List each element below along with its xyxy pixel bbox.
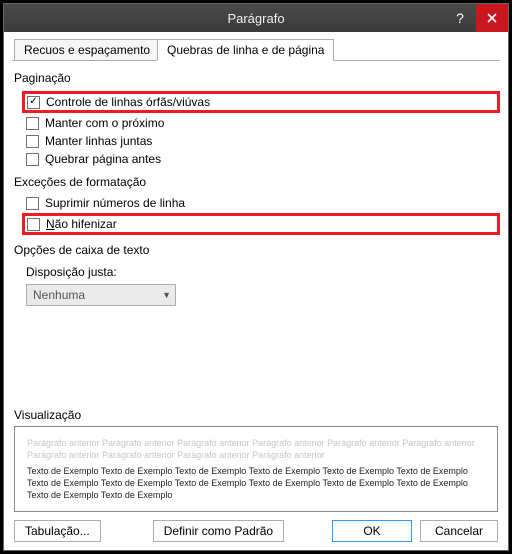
checkbox-label: Manter com o próximo <box>45 116 164 130</box>
tab-indents-spacing[interactable]: Recuos e espaçamento <box>14 39 160 61</box>
checkbox-label: Manter linhas juntas <box>45 134 152 148</box>
checkbox-icon <box>26 117 39 130</box>
window-title: Parágrafo <box>4 11 508 26</box>
checkbox-dont-hyphenate[interactable]: Não hifenizar <box>22 213 500 235</box>
tab-line-page-breaks[interactable]: Quebras de linha e de página <box>157 39 334 61</box>
checkbox-label: Controle de linhas órfãs/viúvas <box>46 95 210 109</box>
paragraph-dialog: Parágrafo ? Recuos e espaçamento Quebras… <box>3 3 509 551</box>
exceptions-group: Suprimir números de linha Não hifenizar <box>24 193 500 237</box>
chevron-down-icon: ▼ <box>162 290 171 300</box>
tab-label: Recuos e espaçamento <box>24 43 150 57</box>
checkbox-icon <box>27 96 40 109</box>
close-button[interactable] <box>476 4 508 32</box>
checkbox-icon <box>26 197 39 210</box>
select-value: Nenhuma <box>33 288 85 302</box>
checkbox-icon <box>27 218 40 231</box>
section-exceptions-title: Exceções de formatação <box>14 175 500 189</box>
checkbox-widow-orphan[interactable]: Controle de linhas órfãs/viúvas <box>22 91 500 113</box>
preview-box: Parágrafo anterior Parágrafo anterior Pa… <box>14 426 498 512</box>
checkbox-label: Suprimir números de linha <box>45 196 185 210</box>
pagination-group: Controle de linhas órfãs/viúvas Manter c… <box>24 89 500 169</box>
close-icon <box>487 13 497 23</box>
checkbox-keep-lines-together[interactable]: Manter linhas juntas <box>24 133 500 149</box>
tight-wrap-label: Disposição justa: <box>26 265 500 279</box>
tabs-button[interactable]: Tabulação... <box>14 520 101 542</box>
tab-label: Quebras de linha e de página <box>167 43 324 57</box>
checkbox-page-break-before[interactable]: Quebrar página antes <box>24 151 500 167</box>
tab-strip: Recuos e espaçamento Quebras de linha e … <box>12 38 500 61</box>
section-pagination-title: Paginação <box>14 71 500 85</box>
set-as-default-button[interactable]: Definir como Padrão <box>153 520 284 542</box>
tight-wrap-select[interactable]: Nenhuma ▼ <box>26 284 176 306</box>
section-textbox-title: Opções de caixa de texto <box>14 243 500 257</box>
checkbox-label: Quebrar página antes <box>45 152 161 166</box>
dialog-footer: Tabulação... Definir como Padrão OK Canc… <box>14 520 498 542</box>
checkbox-keep-with-next[interactable]: Manter com o próximo <box>24 115 500 131</box>
checkbox-label: Não hifenizar <box>46 217 117 231</box>
checkbox-icon <box>26 135 39 148</box>
titlebar: Parágrafo ? <box>4 4 508 32</box>
ok-button[interactable]: OK <box>332 520 412 542</box>
help-button[interactable]: ? <box>444 4 476 32</box>
checkbox-suppress-line-numbers[interactable]: Suprimir números de linha <box>24 195 500 211</box>
checkbox-icon <box>26 153 39 166</box>
preview-section: Visualização Parágrafo anterior Parágraf… <box>14 402 498 512</box>
preview-previous-paragraph: Parágrafo anterior Parágrafo anterior Pa… <box>27 437 485 461</box>
dialog-body: Recuos e espaçamento Quebras de linha e … <box>4 32 508 550</box>
preview-sample-text: Texto de Exemplo Texto de Exemplo Texto … <box>27 465 485 501</box>
section-preview-title: Visualização <box>14 408 498 422</box>
cancel-button[interactable]: Cancelar <box>420 520 498 542</box>
window-buttons: ? <box>444 4 508 32</box>
